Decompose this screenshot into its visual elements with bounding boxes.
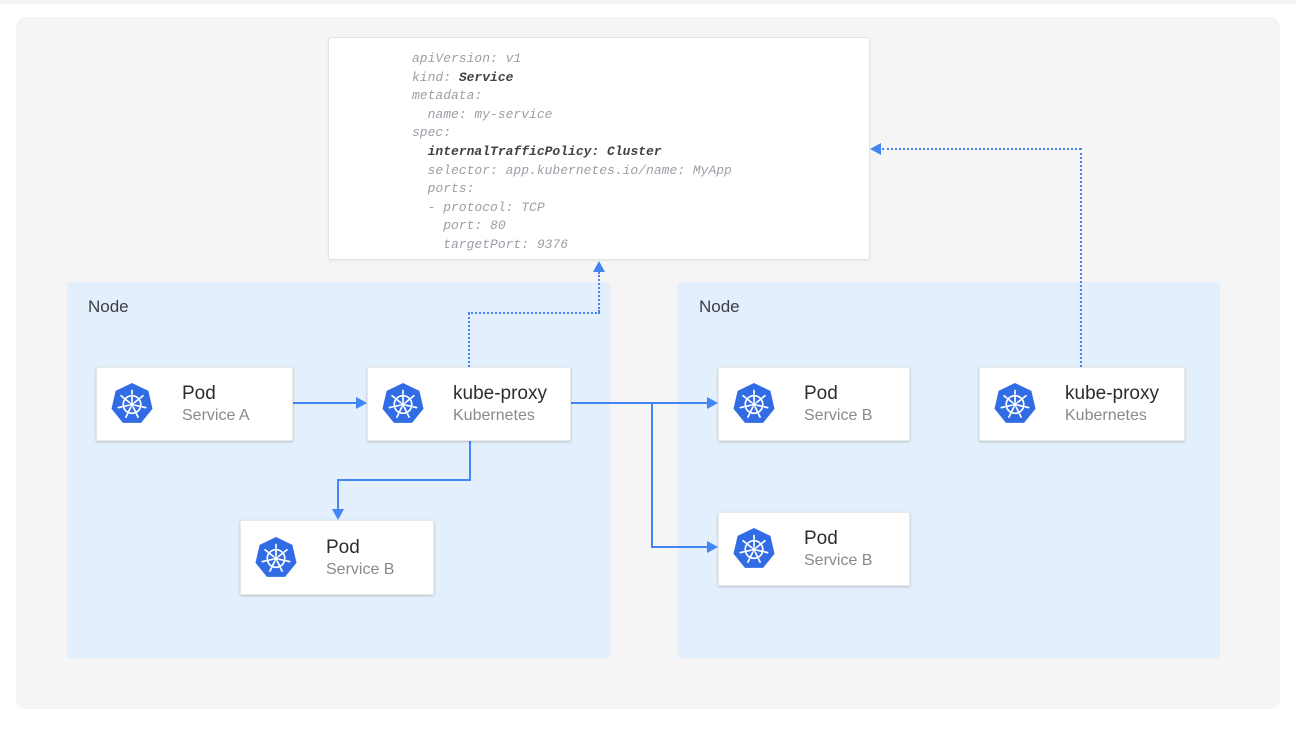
- card-title: Pod: [182, 382, 250, 405]
- pod-card-service-b-right-2: Pod Service B: [718, 512, 910, 586]
- arrow-branch-head: [707, 541, 718, 553]
- dotted-left-kube-proxy-v1: [468, 313, 470, 367]
- dotted-right-kube-proxy-head: [870, 143, 881, 155]
- node-left-label: Node: [88, 297, 129, 317]
- card-subtitle: Service B: [326, 560, 394, 580]
- arrow-kube-proxy-down-head: [332, 509, 344, 520]
- pod-card-service-b-right-1: Pod Service B: [718, 367, 910, 441]
- arrow-pod-a-to-kube-proxy-head: [356, 397, 367, 409]
- card-subtitle: Kubernetes: [453, 406, 547, 426]
- card-title: kube-proxy: [453, 382, 547, 405]
- node-right: Node: [678, 282, 1220, 658]
- arrow-pod-a-to-kube-proxy-line: [293, 402, 357, 404]
- card-subtitle: Service A: [182, 406, 250, 426]
- card-title: Pod: [326, 536, 394, 559]
- dotted-left-kube-proxy-head: [593, 261, 605, 272]
- card-subtitle: Kubernetes: [1065, 406, 1159, 426]
- kubernetes-helm-icon: [381, 382, 425, 426]
- service-yaml-card: apiVersion: v1kind: Servicemetadata: nam…: [328, 37, 870, 260]
- diagram-page: apiVersion: v1kind: Servicemetadata: nam…: [0, 0, 1296, 729]
- top-divider: [0, 0, 1296, 4]
- card-text: kube-proxy Kubernetes: [453, 382, 547, 426]
- kubernetes-helm-icon: [110, 382, 154, 426]
- dotted-right-kube-proxy-vertical: [1080, 148, 1082, 367]
- arrow-branch-horizontal: [651, 546, 707, 548]
- card-text: Pod Service B: [804, 382, 872, 426]
- card-subtitle: Service B: [804, 406, 872, 426]
- kubernetes-helm-icon: [732, 527, 776, 571]
- pod-card-service-a: Pod Service A: [96, 367, 293, 441]
- kubernetes-helm-icon: [254, 536, 298, 580]
- node-right-label: Node: [699, 297, 740, 317]
- card-text: Pod Service B: [326, 536, 394, 580]
- card-title: Pod: [804, 527, 872, 550]
- dotted-left-kube-proxy-v2: [598, 272, 600, 312]
- arrow-kube-proxy-down-v1: [469, 441, 471, 480]
- dotted-left-kube-proxy-horizontal: [468, 312, 600, 314]
- card-title: Pod: [804, 382, 872, 405]
- node-left: Node: [67, 282, 610, 658]
- service-yaml-code: apiVersion: v1kind: Servicemetadata: nam…: [412, 50, 732, 255]
- pod-card-service-b-left: Pod Service B: [240, 520, 434, 595]
- card-text: kube-proxy Kubernetes: [1065, 382, 1159, 426]
- arrow-branch-vertical: [651, 403, 653, 547]
- card-text: Pod Service B: [804, 527, 872, 571]
- card-title: kube-proxy: [1065, 382, 1159, 405]
- kube-proxy-card-right: kube-proxy Kubernetes: [979, 367, 1185, 441]
- arrow-kube-proxy-to-pod-b1-line: [571, 402, 707, 404]
- arrow-kube-proxy-down-horizontal: [337, 479, 471, 481]
- arrow-kube-proxy-down-v2: [337, 479, 339, 510]
- kubernetes-helm-icon: [993, 382, 1037, 426]
- kube-proxy-card-left: kube-proxy Kubernetes: [367, 367, 571, 441]
- card-text: Pod Service A: [182, 382, 250, 426]
- dotted-right-kube-proxy-horizontal: [882, 148, 1081, 150]
- kubernetes-helm-icon: [732, 382, 776, 426]
- arrow-kube-proxy-to-pod-b1-head: [707, 397, 718, 409]
- card-subtitle: Service B: [804, 551, 872, 571]
